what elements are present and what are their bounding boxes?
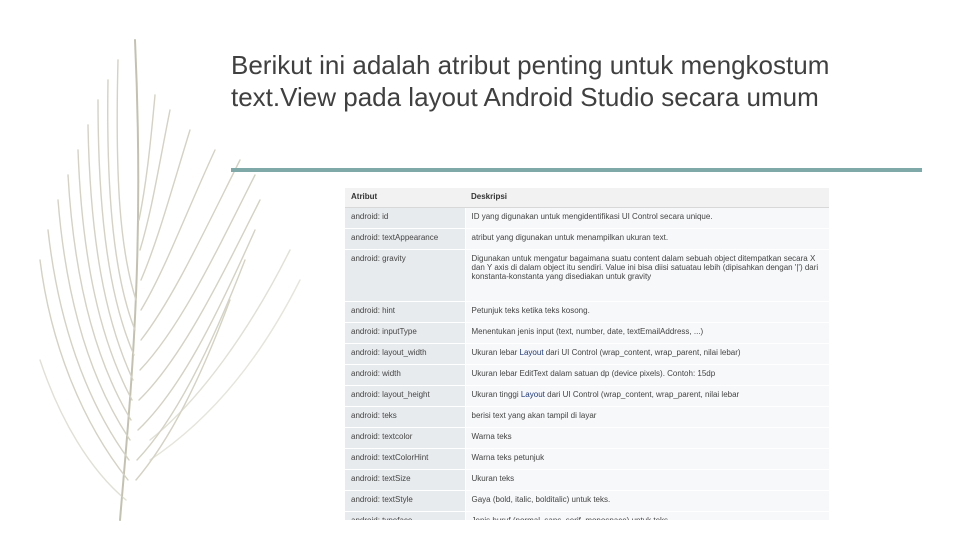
table-row: android: teks berisi text yang akan tamp… <box>345 406 829 428</box>
attribute-name: android: inputType <box>345 322 466 344</box>
attribute-name: android: textStyle <box>345 490 466 512</box>
table-row: android: width Ukuran lebar EditText dal… <box>345 364 829 386</box>
table-row: android: hint Petunjuk teks ketika teks … <box>345 301 829 323</box>
attribute-description: Jenis huruf (normal, sans, serif, monosp… <box>465 511 829 520</box>
attribute-description: Ukuran lebar Layout dari UI Control (wra… <box>465 343 829 365</box>
slide-title-line-2: text.View pada layout Android Studio sec… <box>231 82 819 112</box>
attribute-description: ID yang digunakan untuk mengidentifikasi… <box>465 207 829 229</box>
slide-title: Berikut ini adalah atribut penting untuk… <box>231 49 931 113</box>
slide-title-line-1: Berikut ini adalah atribut penting untuk… <box>231 50 830 80</box>
table-row: android: textAppearance atribut yang dig… <box>345 228 829 250</box>
attribute-name: android: width <box>345 364 466 386</box>
attribute-description: Ukuran tinggi Layout dari UI Control (wr… <box>465 385 829 407</box>
attribute-description: Petunjuk teks ketika teks kosong. <box>465 301 829 323</box>
attribute-description: Warna teks <box>465 427 829 449</box>
attribute-name: android: textSize <box>345 469 466 491</box>
table-row: android: textColorHint Warna teks petunj… <box>345 448 829 470</box>
attribute-name: android: textAppearance <box>345 228 466 250</box>
attribute-name: android: layout_height <box>345 385 466 407</box>
attribute-name: android: typeface <box>345 511 466 520</box>
attribute-description: atribut yang digunakan untuk menampilkan… <box>465 228 829 250</box>
table-header-row: Atribut Deskripsi <box>345 188 829 208</box>
attribute-description: Warna teks petunjuk <box>465 448 829 470</box>
description-text: Ukuran tinggi <box>471 390 521 399</box>
attribute-description: Ukuran teks <box>465 469 829 491</box>
attribute-name: android: teks <box>345 406 466 428</box>
attribute-description: Ukuran lebar EditText dalam satuan dp (d… <box>465 364 829 386</box>
description-text: dari UI Control (wrap_content, wrap_pare… <box>544 390 740 399</box>
table-row: android: textStyle Gaya (bold, italic, b… <box>345 490 829 512</box>
column-header-attribute: Atribut <box>345 188 465 208</box>
description-text: Ukuran lebar <box>471 348 520 357</box>
layout-highlight: Layout <box>519 348 544 357</box>
title-divider <box>231 168 922 172</box>
attribute-name: android: id <box>345 207 466 229</box>
column-header-description: Deskripsi <box>465 188 829 208</box>
table-row: android: inputType Menentukan jenis inpu… <box>345 322 829 344</box>
attribute-description: Digunakan untuk mengatur bagaimana suatu… <box>465 249 829 302</box>
attribute-name: android: layout_width <box>345 343 466 365</box>
attribute-description: Gaya (bold, italic, bolditalic) untuk te… <box>465 490 829 512</box>
attribute-description: berisi text yang akan tampil di layar <box>465 406 829 428</box>
table-row: android: layout_height Ukuran tinggi Lay… <box>345 385 829 407</box>
description-text: dari UI Control (wrap_content, wrap_pare… <box>543 348 741 357</box>
attribute-table: Atribut Deskripsi android: id ID yang di… <box>345 188 829 520</box>
attribute-description: Menentukan jenis input (text, number, da… <box>465 322 829 344</box>
table-row: android: typeface Jenis huruf (normal, s… <box>345 511 829 520</box>
table-row: android: layout_width Ukuran lebar Layou… <box>345 343 829 365</box>
table-row: android: textSize Ukuran teks <box>345 469 829 491</box>
attribute-name: android: gravity <box>345 249 466 302</box>
attribute-table-image: Atribut Deskripsi android: id ID yang di… <box>345 188 829 520</box>
table-row: android: gravity Digunakan untuk mengatu… <box>345 249 829 302</box>
layout-highlight: Layout <box>520 390 545 399</box>
attribute-name: android: textcolor <box>345 427 466 449</box>
attribute-name: android: textColorHint <box>345 448 466 470</box>
attribute-name: android: hint <box>345 301 466 323</box>
table-row: android: id ID yang digunakan untuk meng… <box>345 207 829 229</box>
table-row: android: textcolor Warna teks <box>345 427 829 449</box>
